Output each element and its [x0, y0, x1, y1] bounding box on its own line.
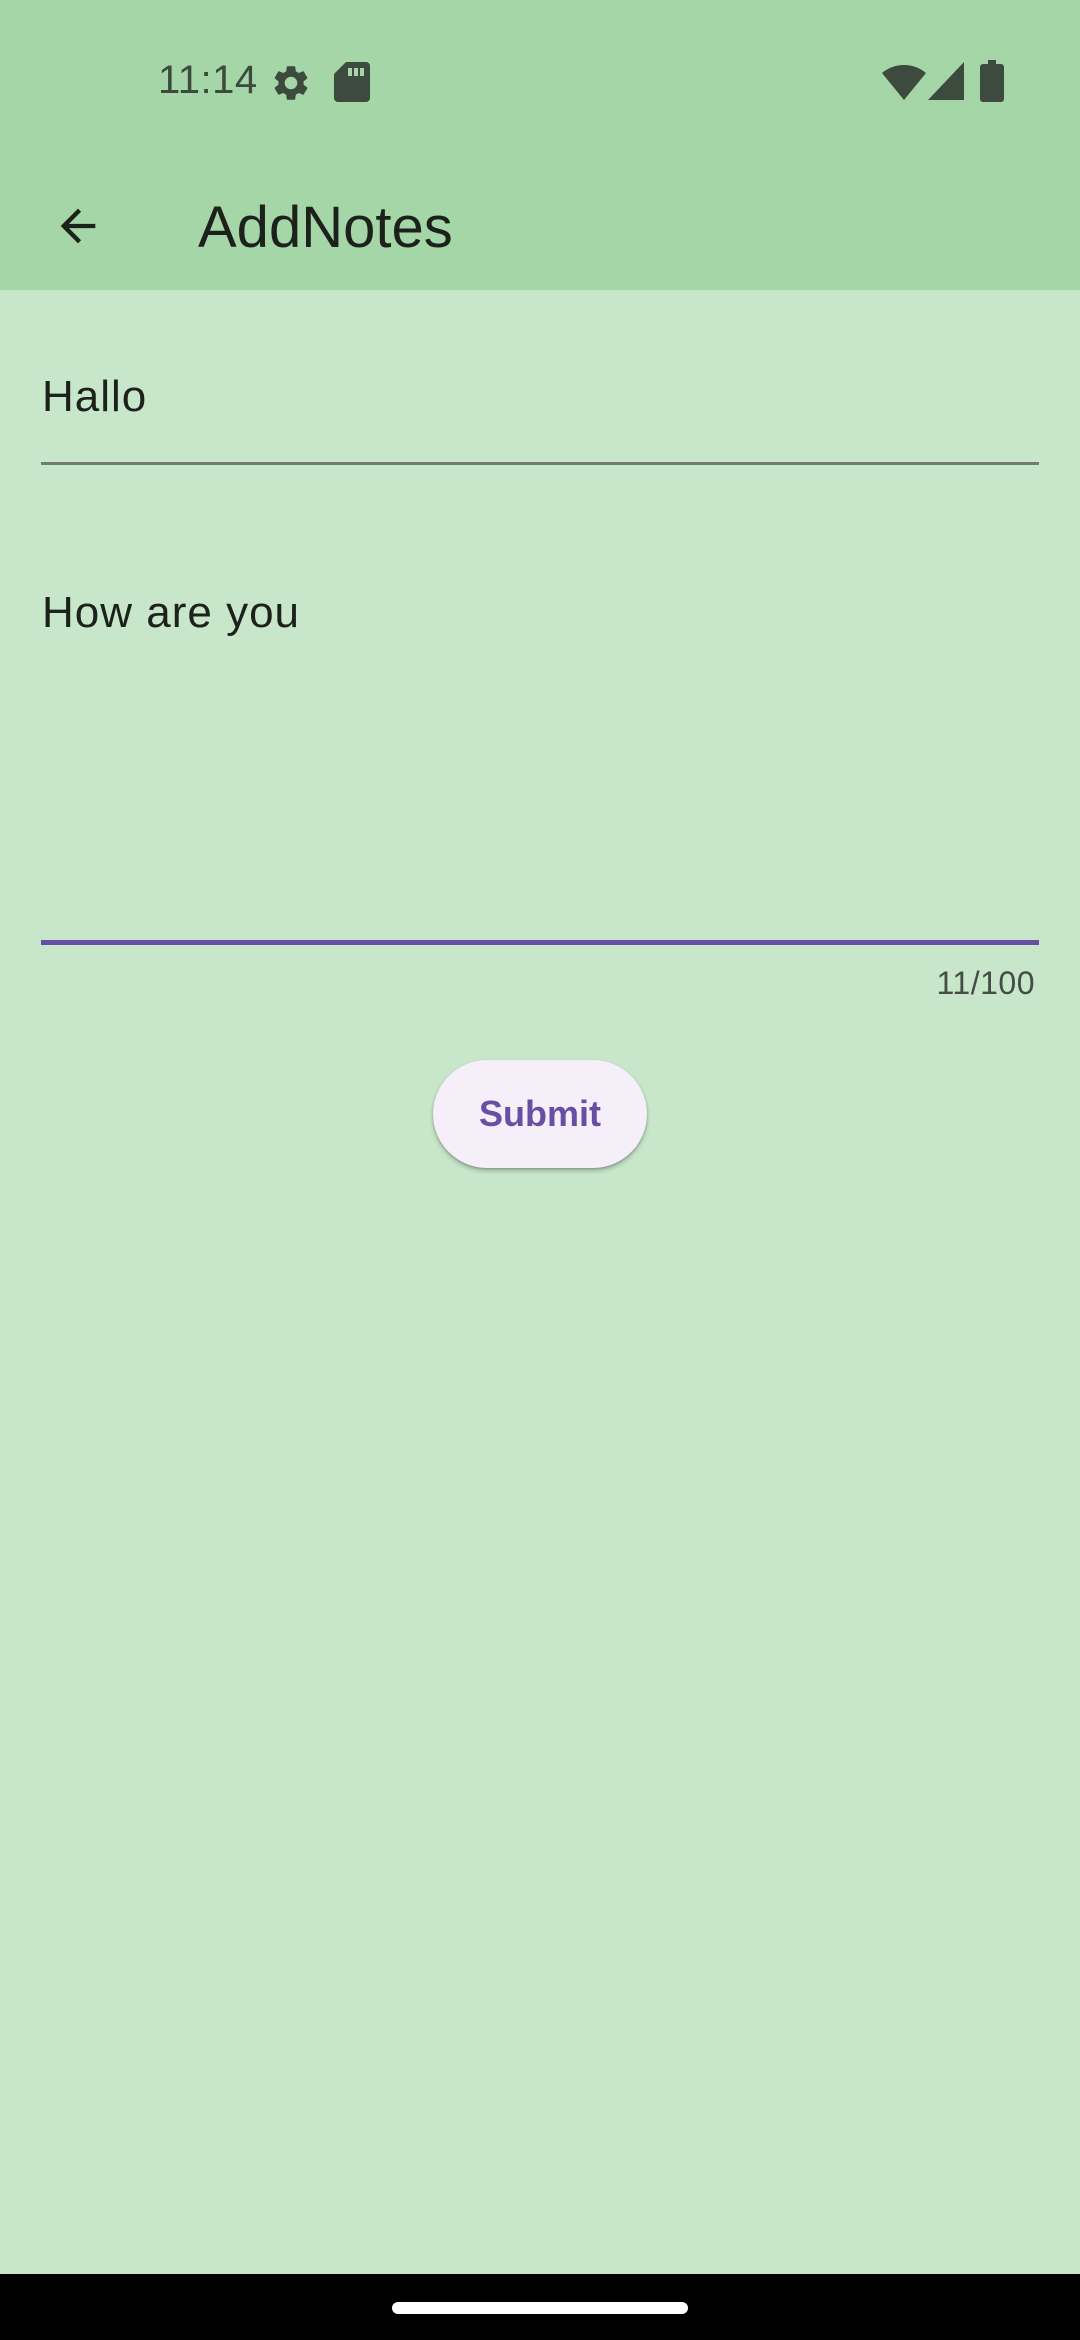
- system-navigation-bar: [0, 2274, 1080, 2340]
- note-title-underline: [41, 462, 1039, 465]
- status-bar: 11:14: [0, 0, 1080, 168]
- page-title: AddNotes: [198, 195, 453, 260]
- app-bar: AddNotes: [0, 168, 1080, 290]
- character-counter: 11/100: [936, 965, 1035, 1001]
- cellular-signal-icon: [928, 62, 964, 100]
- submit-button[interactable]: Submit: [433, 1060, 647, 1168]
- wifi-icon: [882, 65, 926, 100]
- arrow-back-icon: [60, 208, 96, 244]
- note-body-input[interactable]: How are you: [41, 560, 1039, 945]
- note-title-value: Hallo: [42, 372, 148, 421]
- note-title-input[interactable]: Hallo: [41, 350, 1039, 465]
- note-body-value: How are you: [42, 588, 301, 637]
- top-bar: 11:14 AddNotes: [0, 0, 1080, 290]
- battery-icon: [980, 60, 1004, 102]
- status-time: 11:14: [158, 58, 258, 102]
- sd-card-icon: [334, 62, 370, 102]
- settings-gear-icon: [274, 66, 308, 100]
- home-gesture-handle[interactable]: [392, 2302, 688, 2314]
- back-button[interactable]: [40, 188, 116, 264]
- note-body-underline: [41, 940, 1039, 945]
